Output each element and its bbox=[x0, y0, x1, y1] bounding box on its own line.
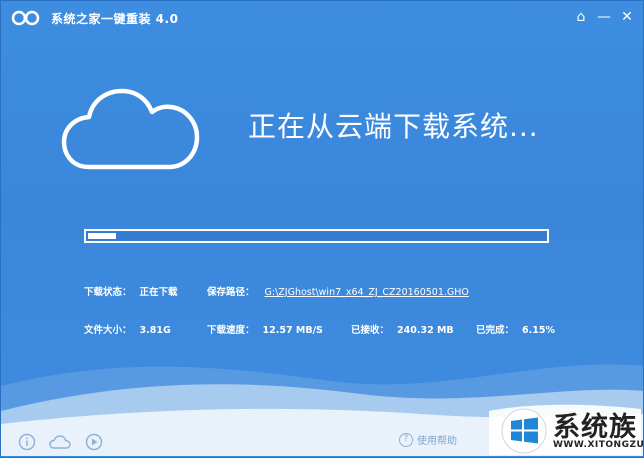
file-size: 文件大小： 3.81G bbox=[84, 322, 171, 336]
completed-label: 已完成： bbox=[476, 325, 515, 336]
completed-percent: 已完成： 6.15% bbox=[476, 322, 555, 336]
download-progress-bar bbox=[84, 229, 549, 243]
save-path-label: 保存路径： bbox=[207, 287, 255, 298]
download-status: 下载状态： 正在下载 bbox=[84, 284, 178, 298]
info-icon[interactable] bbox=[18, 433, 36, 451]
download-headline: 正在从云端下载系统... bbox=[248, 110, 539, 143]
app-window: 系统之家一键重装 4.0 ⌂ — ✕ 正在从云端下载系统... 下载状态： 正在下… bbox=[0, 0, 644, 458]
help-icon: ? bbox=[399, 432, 413, 447]
received-value: 240.32 MB bbox=[397, 325, 454, 336]
watermark-url: WWW.XITONGZU.COM bbox=[553, 440, 644, 450]
received-size: 已接收： 240.32 MB bbox=[351, 322, 454, 336]
windows-logo-icon bbox=[501, 408, 547, 454]
cloud-small-icon[interactable] bbox=[49, 433, 71, 451]
play-icon[interactable] bbox=[85, 433, 103, 451]
status-value: 正在下载 bbox=[139, 287, 178, 298]
download-speed: 下载速度： 12.57 MB/S bbox=[207, 322, 323, 336]
cloud-icon bbox=[61, 88, 200, 170]
file-size-value: 3.81G bbox=[139, 325, 171, 336]
speed-label: 下载速度： bbox=[207, 325, 255, 336]
progress-fill bbox=[88, 233, 116, 239]
save-path-link[interactable]: G:\ZJGhost\win7_x64_ZJ_CZ20160501.GHO bbox=[265, 287, 469, 298]
save-path: 保存路径： G:\ZJGhost\win7_x64_ZJ_CZ20160501.G… bbox=[207, 284, 469, 298]
received-label: 已接收： bbox=[351, 325, 390, 336]
close-button[interactable]: ✕ bbox=[617, 7, 637, 27]
minimize-button[interactable]: — bbox=[594, 7, 614, 27]
app-logo-icon bbox=[11, 10, 40, 26]
help-label: 使用帮助 bbox=[417, 436, 457, 447]
file-size-label: 文件大小： bbox=[84, 325, 132, 336]
watermark-name: 系统族 bbox=[553, 412, 637, 443]
window-title: 系统之家一键重装 4.0 bbox=[51, 12, 179, 26]
completed-value: 6.15% bbox=[522, 325, 555, 336]
title-bar: 系统之家一键重装 4.0 ⌂ — ✕ bbox=[1, 1, 643, 35]
help-button[interactable]: ? 使用帮助 bbox=[399, 432, 457, 447]
speed-value: 12.57 MB/S bbox=[262, 325, 323, 336]
home-button[interactable]: ⌂ bbox=[571, 7, 591, 27]
status-label: 下载状态： bbox=[84, 287, 132, 298]
